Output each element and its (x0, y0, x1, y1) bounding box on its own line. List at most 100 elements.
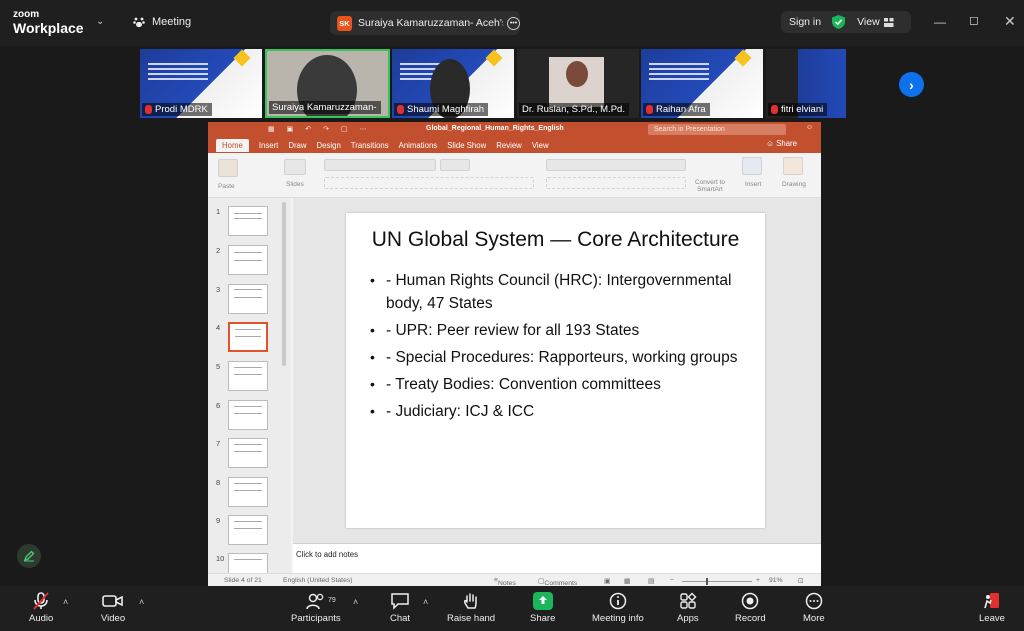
home-ribbon: Paste Slides Convert to SmartArt Insert … (208, 153, 821, 198)
slide-bullet[interactable]: - Judiciary: ICJ & ICC (370, 400, 740, 423)
fit-to-window-icon[interactable]: ⊡ (798, 577, 804, 585)
slide-thumbnail[interactable]: 7 (208, 436, 288, 470)
zoom-level[interactable]: 91% (769, 577, 783, 584)
zoom-slider[interactable] (682, 581, 752, 582)
zoom-in-icon[interactable]: + (756, 577, 760, 584)
font-format-buttons[interactable] (324, 177, 534, 189)
slide-thumbnail[interactable]: 9 (208, 513, 288, 547)
chat-options-caret-icon[interactable]: ˄ (423, 597, 428, 607)
notes-toggle[interactable]: ≡ Notes (494, 577, 516, 587)
paste-icon[interactable] (218, 159, 238, 177)
tab-transitions[interactable]: Transitions (351, 141, 389, 150)
zoom-workplace-logo[interactable]: zoom Workplace (13, 10, 84, 36)
tab-review[interactable]: Review (496, 141, 522, 150)
video-options-caret-icon[interactable]: ˄ (139, 597, 144, 607)
notes-pane[interactable]: Click to add notes (293, 543, 821, 573)
undo-icon[interactable]: ↶ (305, 125, 311, 133)
apps-icon (680, 592, 697, 609)
slide-thumbnail[interactable]: 2 (208, 243, 288, 277)
video-tile-active-speaker[interactable]: Suraiya Kamaruzzaman- (265, 49, 390, 118)
slide-sorter-icon[interactable]: ▦ (624, 577, 630, 585)
current-slide[interactable]: UN Global System — Core Architecture - H… (346, 213, 765, 528)
present-icon[interactable]: ▢ (341, 125, 348, 133)
audio-button[interactable]: Audio (29, 592, 53, 624)
video-tile[interactable]: Dr. Ruslan, S.Pd., M.Pd. (517, 49, 639, 118)
save-icon[interactable]: ▣ (287, 125, 294, 133)
slide-title[interactable]: UN Global System — Core Architecture (346, 225, 765, 255)
annotate-pencil-icon[interactable] (17, 544, 41, 568)
close-icon[interactable]: ✕ (1004, 13, 1016, 30)
next-page-arrow-icon[interactable]: › (899, 72, 924, 97)
tab-animations[interactable]: Animations (399, 141, 438, 150)
slide-bullet[interactable]: - Human Rights Council (HRC): Intergover… (370, 269, 740, 315)
slide-bullet[interactable]: - Treaty Bodies: Convention committees (370, 373, 740, 396)
font-name-select[interactable] (324, 159, 436, 171)
paragraph-align-buttons[interactable] (546, 177, 686, 189)
minimize-icon[interactable]: — (934, 15, 946, 29)
participants-options-caret-icon[interactable]: ˄ (353, 597, 358, 607)
view-button[interactable]: View (857, 16, 894, 28)
video-button[interactable]: Video (101, 592, 125, 624)
slide-thumbnail[interactable]: 3 (208, 282, 288, 316)
tab-home[interactable]: Home (216, 138, 249, 152)
slide-thumbnail[interactable]: 8 (208, 475, 288, 509)
slides-label: Slides (286, 181, 304, 188)
presentation-search-input[interactable]: Search in Presentation (648, 124, 786, 135)
redo-icon[interactable]: ↷ (323, 125, 329, 133)
zoom-out-icon[interactable]: − (670, 577, 674, 584)
video-tile[interactable]: fitri elviani (766, 49, 846, 118)
home-icon[interactable]: ▦ (268, 125, 275, 133)
reading-view-icon[interactable]: ▤ (648, 577, 654, 585)
tab-slide-show[interactable]: Slide Show (447, 141, 486, 150)
chevron-down-icon[interactable]: ⌄ (96, 16, 104, 27)
slide-thumbnail-selected[interactable]: 4 (208, 320, 288, 354)
leave-button[interactable]: Leave (979, 592, 1005, 624)
top-bar: zoom Workplace ⌄ Meeting SK Suraiya Kama… (0, 0, 1024, 46)
thumbnail-scrollbar[interactable] (282, 202, 286, 366)
meeting-tab[interactable]: Meeting (133, 16, 191, 28)
normal-view-icon[interactable]: ▣ (604, 577, 610, 585)
tab-design[interactable]: Design (317, 141, 341, 150)
account-icon[interactable]: ☺ (806, 124, 813, 131)
share-screen-button[interactable]: Share (530, 592, 555, 624)
apps-button[interactable]: Apps (677, 592, 699, 624)
paragraph-list-buttons[interactable] (546, 159, 686, 171)
raise-hand-button[interactable]: Raise hand (447, 592, 495, 624)
maximize-icon[interactable]: ◻ (969, 13, 979, 27)
mic-muted-icon (771, 105, 778, 114)
video-tile[interactable]: Raihan Afra (641, 49, 763, 118)
video-tile[interactable]: Shaumi Maghfirah (392, 49, 514, 118)
sign-in-button[interactable]: Sign in (789, 16, 821, 28)
hand-icon (464, 593, 477, 609)
slide-bullet[interactable]: - Special Procedures: Rapporteurs, worki… (370, 346, 740, 369)
new-slide-icon[interactable] (284, 159, 306, 175)
meeting-info-button[interactable]: Meeting info (592, 592, 644, 624)
tab-draw[interactable]: Draw (288, 141, 306, 150)
convert-smartart-label[interactable]: Convert to SmartArt (692, 179, 728, 193)
drawing-icon[interactable] (783, 157, 803, 175)
record-button[interactable]: Record (735, 592, 766, 624)
chat-button[interactable]: Chat (390, 592, 410, 624)
raise-hand-label: Raise hand (447, 613, 496, 624)
share-button[interactable]: ☺ Share (766, 139, 797, 148)
slide-bullet[interactable]: - UPR: Peer review for all 193 States (370, 319, 740, 342)
video-tile[interactable]: Prodi MDRK (140, 49, 262, 118)
more-button[interactable]: More (803, 592, 825, 624)
slide-thumbnail[interactable]: 6 (208, 398, 288, 432)
slide-thumbnail[interactable]: 1 (208, 204, 288, 238)
more-options-icon[interactable]: ••• (507, 16, 520, 30)
zoom-slider-thumb[interactable] (706, 578, 708, 585)
customize-icon[interactable]: ⋯ (360, 125, 367, 133)
slide-thumbnail[interactable]: 5 (208, 359, 288, 393)
insert-icon[interactable] (742, 157, 762, 175)
language-indicator[interactable]: English (United States) (283, 577, 353, 584)
audio-options-caret-icon[interactable]: ˄ (63, 597, 68, 607)
tab-insert[interactable]: Insert (259, 141, 279, 150)
font-size-select[interactable] (440, 159, 470, 171)
screen-share-tab[interactable]: SK Suraiya Kamaruzzaman- Aceh's sc ••• (330, 11, 520, 35)
record-label: Record (735, 613, 766, 624)
comments-toggle[interactable]: ▢ Comments (538, 577, 577, 587)
more-label: More (803, 613, 825, 624)
tab-view[interactable]: View (532, 141, 549, 150)
shield-icon[interactable] (832, 15, 846, 29)
